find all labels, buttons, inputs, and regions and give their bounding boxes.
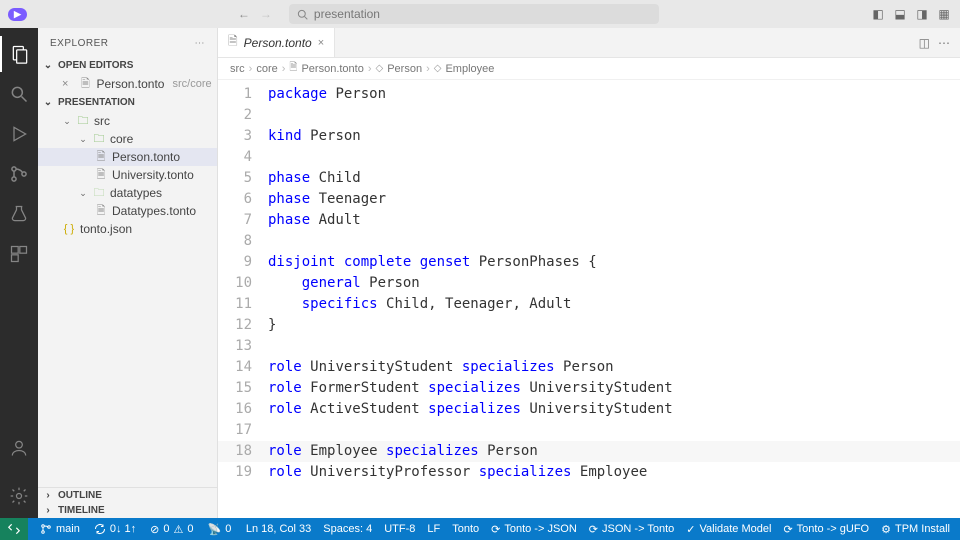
status-action-json-tonto[interactable]: ⟳JSON -> Tonto — [583, 518, 680, 540]
remote-indicator[interactable] — [0, 518, 28, 540]
file-icon: 🗎 — [94, 202, 108, 221]
code-line[interactable]: 15role FormerStudent specializes Univers… — [218, 378, 960, 399]
folder-icon: 🗀 — [76, 112, 90, 131]
code-line[interactable]: 12} — [218, 315, 960, 336]
timeline-section[interactable]: › TIMELINE — [38, 503, 217, 518]
code-line[interactable]: 9disjoint complete genset PersonPhases { — [218, 252, 960, 273]
layout-panel-icon[interactable]: ⬓ — [892, 6, 908, 22]
symbol-icon: ◇ — [434, 63, 442, 74]
explorer-title: EXPLORER ⋯ — [38, 28, 217, 58]
code-line[interactable]: 18role Employee specializes Person — [218, 441, 960, 462]
open-editor-item[interactable]: × 🗎 Person.tonto src/core — [38, 75, 217, 93]
json-icon: { } — [62, 223, 76, 235]
code-line[interactable]: 11 specifics Child, Teenager, Adult — [218, 294, 960, 315]
activity-settings-icon[interactable] — [0, 478, 38, 514]
chevron-down-icon: ⌄ — [78, 188, 88, 199]
status-bar: main 0↓ 1↑ ⊘0 ⚠0 📡0 Ln 18, Col 33 Spaces… — [0, 518, 960, 540]
code-line[interactable]: 3kind Person — [218, 126, 960, 147]
status-problems[interactable]: ⊘0 ⚠0 — [144, 518, 199, 540]
project-section[interactable]: ⌄ PRESENTATION — [38, 95, 217, 110]
chevron-right-icon: › — [42, 490, 54, 501]
symbol-icon: ◇ — [376, 63, 384, 74]
folder-src[interactable]: ⌄ 🗀 src — [38, 112, 217, 130]
chevron-down-icon: ⌄ — [78, 134, 88, 145]
file-tonto-json[interactable]: { } tonto.json — [38, 220, 217, 238]
explorer-sidebar: EXPLORER ⋯ ⌄ OPEN EDITORS × 🗎 Person.ton… — [38, 28, 218, 518]
status-language[interactable]: Tonto — [446, 518, 485, 540]
code-line[interactable]: 7phase Adult — [218, 210, 960, 231]
chevron-down-icon: ⌄ — [42, 97, 54, 108]
command-center-search[interactable]: presentation — [289, 4, 659, 24]
status-encoding[interactable]: UTF-8 — [378, 518, 421, 540]
code-line[interactable]: 13 — [218, 336, 960, 357]
tab-person[interactable]: 🗎 Person.tonto × — [218, 28, 335, 57]
activity-explorer-icon[interactable] — [0, 36, 38, 72]
folder-datatypes[interactable]: ⌄ 🗀 datatypes — [38, 184, 217, 202]
search-placeholder: presentation — [314, 7, 380, 21]
code-line[interactable]: 16role ActiveStudent specializes Univers… — [218, 399, 960, 420]
folder-core[interactable]: ⌄ 🗀 core — [38, 130, 217, 148]
status-eol[interactable]: LF — [421, 518, 446, 540]
code-line[interactable]: 5phase Child — [218, 168, 960, 189]
status-cursor[interactable]: Ln 18, Col 33 — [240, 518, 317, 540]
code-line[interactable]: 2 — [218, 105, 960, 126]
status-action-gufo[interactable]: ⟳Tonto -> gUFO — [777, 518, 875, 540]
nav-forward-icon[interactable]: → — [257, 5, 275, 23]
file-datatypes[interactable]: 🗎 Datatypes.tonto — [38, 202, 217, 220]
code-line[interactable]: 8 — [218, 231, 960, 252]
split-editor-icon[interactable]: ◫ — [919, 36, 930, 50]
code-line[interactable]: 14role UniversityStudent specializes Per… — [218, 357, 960, 378]
code-line[interactable]: 10 general Person — [218, 273, 960, 294]
search-icon — [297, 9, 308, 20]
status-indent[interactable]: Spaces: 4 — [317, 518, 378, 540]
layout-secondary-icon[interactable]: ◨ — [914, 6, 930, 22]
tab-bar: 🗎 Person.tonto × ◫ ⋯ — [218, 28, 960, 58]
titlebar: ▶ ← → presentation ◧ ⬓ ◨ ▦ — [0, 0, 960, 28]
activity-testing-icon[interactable] — [0, 196, 38, 232]
chevron-down-icon: ⌄ — [62, 116, 72, 127]
app-badge: ▶ — [8, 8, 27, 21]
code-line[interactable]: 19role UniversityProfessor specializes E… — [218, 462, 960, 483]
chevron-down-icon: ⌄ — [42, 60, 54, 71]
code-editor[interactable]: 1package Person23kind Person45phase Chil… — [218, 80, 960, 518]
folder-icon: 🗀 — [92, 130, 106, 149]
file-icon: 🗎 — [94, 166, 108, 185]
file-icon: 🗎 — [289, 60, 297, 77]
file-icon: 🗎 — [228, 32, 238, 53]
layout-customize-icon[interactable]: ▦ — [936, 6, 952, 22]
file-icon: 🗎 — [78, 75, 92, 94]
code-line[interactable]: 4 — [218, 147, 960, 168]
activity-bar — [0, 28, 38, 518]
editor-area: 🗎 Person.tonto × ◫ ⋯ src› core› 🗎 Person… — [218, 28, 960, 518]
status-action-validate[interactable]: ✓Validate Model — [680, 518, 777, 540]
file-icon: 🗎 — [94, 148, 108, 167]
status-action-tpm[interactable]: ⚙TPM Install — [875, 518, 956, 540]
activity-account-icon[interactable] — [0, 430, 38, 466]
status-action-tonto-json[interactable]: ⟳Tonto -> JSON — [485, 518, 583, 540]
close-icon[interactable]: × — [62, 78, 68, 90]
code-line[interactable]: 1package Person — [218, 84, 960, 105]
activity-source-control-icon[interactable] — [0, 156, 38, 192]
more-actions-icon[interactable]: ⋯ — [938, 36, 950, 50]
activity-run-icon[interactable] — [0, 116, 38, 152]
outline-section[interactable]: › OUTLINE — [38, 488, 217, 503]
status-sync[interactable]: 0↓ 1↑ — [88, 518, 142, 540]
code-line[interactable]: 17 — [218, 420, 960, 441]
layout-primary-icon[interactable]: ◧ — [870, 6, 886, 22]
status-ports[interactable]: 📡0 — [201, 518, 237, 540]
breadcrumbs[interactable]: src› core› 🗎 Person.tonto› ◇ Person› ◇ E… — [218, 58, 960, 80]
nav-back-icon[interactable]: ← — [235, 5, 253, 23]
open-editors-section[interactable]: ⌄ OPEN EDITORS — [38, 58, 217, 73]
file-person[interactable]: 🗎 Person.tonto — [38, 148, 217, 166]
close-icon[interactable]: × — [318, 37, 324, 49]
activity-search-icon[interactable] — [0, 76, 38, 112]
chevron-right-icon: › — [42, 505, 54, 516]
code-line[interactable]: 6phase Teenager — [218, 189, 960, 210]
explorer-more-icon[interactable]: ⋯ — [195, 38, 206, 49]
status-branch[interactable]: main — [34, 518, 86, 540]
activity-extensions-icon[interactable] — [0, 236, 38, 272]
folder-icon: 🗀 — [92, 184, 106, 203]
file-university[interactable]: 🗎 University.tonto — [38, 166, 217, 184]
